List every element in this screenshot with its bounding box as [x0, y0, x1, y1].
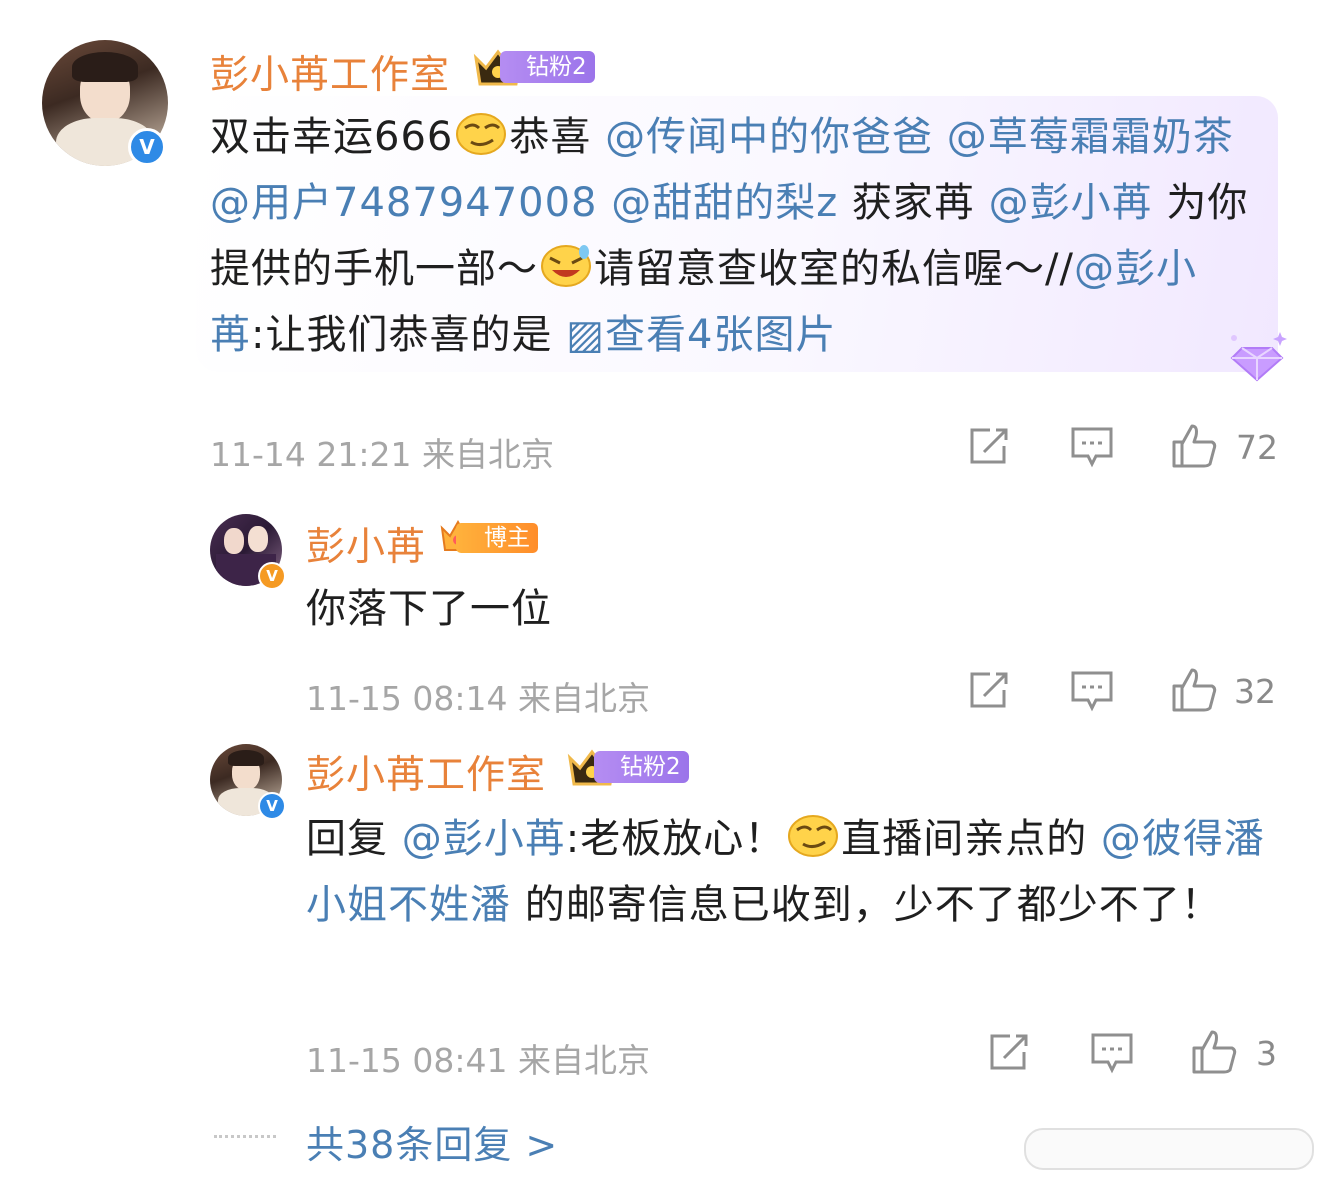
fan-badge: 钻粉2: [594, 751, 689, 783]
mention-link[interactable]: @传闻中的你爸爸: [605, 114, 933, 160]
author-name[interactable]: 彭小苒工作室: [210, 44, 450, 100]
reply-content: 回复 @彭小苒:老板放心！ 直播间亲点的 @彼得潘小姐不姓潘 的邮寄信息已收到，少…: [306, 806, 1266, 938]
author-name[interactable]: 彭小苒工作室: [306, 744, 546, 800]
reply-timestamp: 11-15 08:41 来自北京: [306, 1041, 650, 1080]
view-images-link[interactable]: ▨查看4张图片: [566, 312, 836, 358]
reply-content: 你落下了一位: [306, 586, 552, 632]
avatar[interactable]: V: [210, 514, 286, 590]
fan-badge: 钻粉2: [500, 51, 595, 83]
share-icon[interactable]: [988, 1032, 1032, 1072]
author-name[interactable]: 彭小苒: [306, 516, 426, 572]
watermark-decoration: [1024, 1128, 1314, 1170]
like-icon[interactable]: [1170, 666, 1218, 714]
avatar[interactable]: V: [210, 744, 286, 820]
like-icon[interactable]: [1170, 422, 1218, 470]
mention-link[interactable]: @彭小苒: [989, 180, 1153, 226]
verified-icon: V: [258, 562, 286, 590]
comment-timestamp: 11-14 21:21 来自北京: [210, 435, 554, 474]
like-count: 3: [1256, 1034, 1277, 1073]
smirk-emoji-icon: [453, 110, 509, 156]
dotted-divider: [214, 1135, 276, 1138]
share-icon[interactable]: [968, 426, 1012, 466]
like-count: 32: [1234, 672, 1276, 711]
mention-link[interactable]: @草莓霜霜奶茶: [947, 114, 1234, 160]
mention-link[interactable]: @用户7487947008: [210, 180, 598, 226]
laugh-emoji-icon: [538, 242, 594, 288]
like-count: 72: [1236, 428, 1278, 467]
avatar[interactable]: V: [42, 40, 168, 166]
comment-icon[interactable]: [1090, 1032, 1134, 1074]
reply-timestamp: 11-15 08:14 来自北京: [306, 679, 650, 718]
mention-link[interactable]: @彭小苒: [402, 816, 566, 862]
comment-icon[interactable]: [1070, 670, 1114, 712]
host-badge: 博主: [456, 523, 538, 553]
mention-link[interactable]: @甜甜的梨z: [611, 180, 838, 226]
like-icon[interactable]: [1190, 1028, 1238, 1076]
verified-icon: V: [258, 792, 286, 820]
comment-content: 双击幸运666 恭喜 @传闻中的你爸爸 @草莓霜霜奶茶 @用户7487947008…: [210, 104, 1250, 368]
smirk-emoji-icon: [785, 812, 841, 858]
comment-icon[interactable]: [1070, 426, 1114, 468]
more-replies-link[interactable]: 共38条回复 >: [306, 1114, 558, 1169]
share-icon[interactable]: [968, 670, 1012, 710]
verified-icon: V: [128, 128, 166, 166]
